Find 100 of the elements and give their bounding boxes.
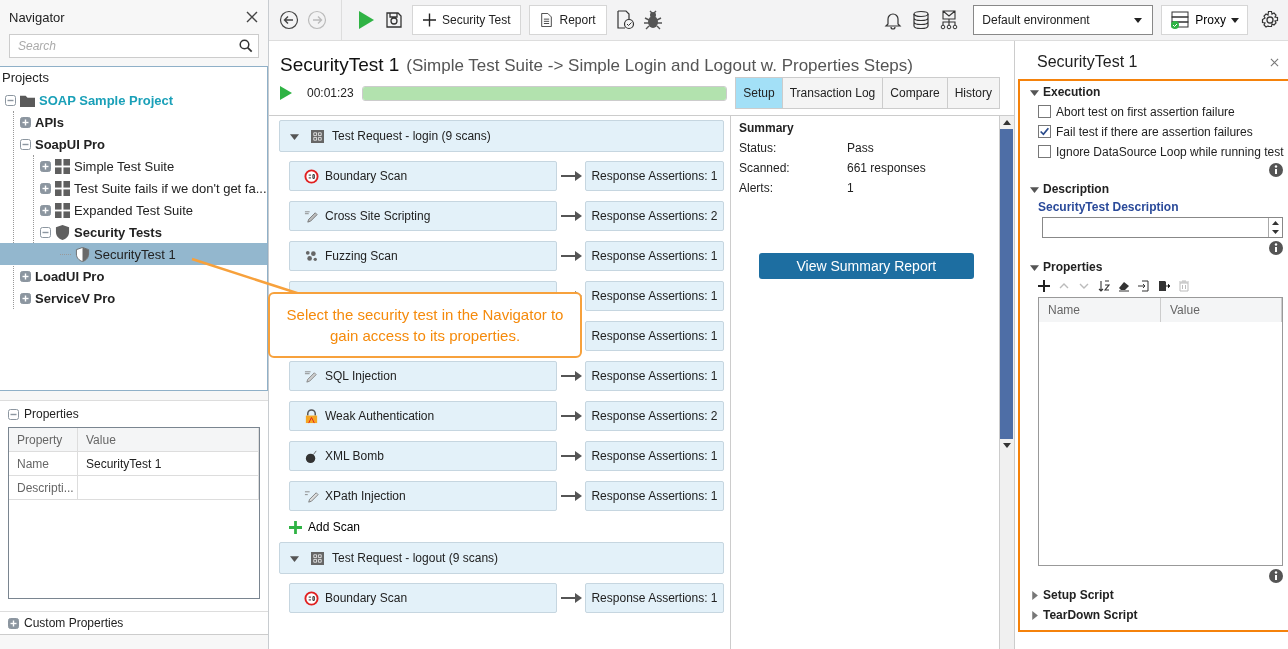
tab[interactable]: History — [947, 78, 999, 108]
checkbox[interactable] — [1038, 105, 1051, 118]
assertions-item[interactable]: Response Assertions: 1 — [585, 241, 724, 271]
export-icon[interactable] — [1158, 280, 1170, 292]
checkbox[interactable] — [1038, 125, 1051, 138]
scan-item[interactable]: Weak Authentication — [289, 401, 557, 431]
view-summary-report-button[interactable]: View Summary Report — [759, 253, 974, 279]
bell-icon[interactable] — [883, 10, 904, 30]
scan-item[interactable]: Boundary Scan — [289, 161, 557, 191]
report-button[interactable]: Report — [529, 5, 607, 35]
assertions-item[interactable]: Response Assertions: 1 — [585, 481, 724, 511]
collapse-icon[interactable] — [1030, 87, 1039, 97]
tree-item[interactable]: Test Suite fails if we don't get fa... — [40, 177, 267, 199]
save-icon[interactable] — [384, 10, 404, 30]
settings-icon[interactable] — [1260, 10, 1280, 30]
expand-icon[interactable] — [40, 182, 51, 194]
tree-item[interactable]: LoadUI Pro — [20, 265, 267, 287]
scrollbar[interactable] — [998, 116, 1014, 649]
tree-item[interactable]: Simple Test Suite — [40, 155, 267, 177]
summary-value: 661 responses — [847, 161, 927, 175]
plus-icon[interactable] — [1038, 280, 1050, 292]
assertions-item[interactable]: Response Assertions: 1 — [585, 321, 724, 351]
import-icon[interactable] — [1138, 280, 1150, 292]
collapse-icon[interactable] — [290, 553, 299, 563]
search-icon[interactable] — [239, 39, 253, 53]
description-field[interactable] — [1042, 217, 1284, 238]
pencil-icon — [304, 368, 319, 384]
expand-icon[interactable] — [1030, 590, 1039, 600]
tree-item[interactable]: SoapUI Pro — [20, 133, 267, 155]
tree-item[interactable]: Expanded Test Suite — [40, 199, 267, 221]
collapse-icon[interactable] — [290, 131, 299, 141]
scan-item[interactable]: XPath Injection — [289, 481, 557, 511]
expand-icon[interactable] — [20, 270, 31, 282]
info-icon[interactable] — [1269, 569, 1284, 583]
speed-limit-icon — [304, 168, 319, 184]
info-icon[interactable] — [1269, 241, 1284, 255]
tree-item[interactable]: SecurityTest 1 — [0, 243, 267, 265]
section-title[interactable]: Execution — [1043, 85, 1101, 99]
run-icon[interactable] — [280, 86, 292, 100]
speed-limit-icon — [304, 590, 319, 606]
checkbox-label[interactable]: Fail test if there are assertion failures — [1056, 124, 1253, 139]
scan-item[interactable]: Fuzzing Scan — [289, 241, 557, 271]
scroll-up-icon[interactable] — [1002, 120, 1011, 125]
test-title: SecurityTest 1 — [280, 54, 400, 76]
test-request-header[interactable]: Test Request - logout (9 scans) — [279, 542, 724, 574]
scroll-down-icon[interactable] — [1002, 443, 1011, 448]
checkbox[interactable] — [1038, 145, 1051, 158]
expand-icon[interactable] — [40, 204, 51, 216]
checkbox-label[interactable]: Abort test on first assertion failure — [1056, 104, 1235, 119]
expand-icon[interactable] — [20, 116, 31, 128]
section-title[interactable]: Setup Script — [1043, 588, 1114, 602]
panel-title: SecurityTest 1 — [1037, 53, 1138, 71]
expand-icon[interactable] — [8, 617, 19, 629]
assertions-item[interactable]: Response Assertions: 2 — [585, 401, 724, 431]
expand-icon[interactable] — [40, 160, 51, 172]
assertions-item[interactable]: Response Assertions: 1 — [585, 361, 724, 391]
search-field[interactable]: Search — [9, 34, 259, 58]
tree-item[interactable]: APIs — [20, 111, 267, 133]
add-security-test-button[interactable]: Security Test — [412, 5, 522, 35]
expand-icon[interactable] — [20, 292, 31, 304]
add-scan-button[interactable]: Add Scan — [279, 520, 361, 534]
collapse-icon[interactable] — [1030, 262, 1039, 272]
scan-item[interactable]: SQL Injection — [289, 361, 557, 391]
bug-icon[interactable] — [642, 10, 663, 30]
spin-up-icon[interactable] — [1272, 220, 1280, 225]
checkbox-label[interactable]: Ignore DataSource Loop while running test — [1056, 144, 1284, 159]
close-icon[interactable] — [246, 11, 258, 23]
scan-item[interactable]: Boundary Scan — [289, 583, 557, 613]
tab[interactable]: Transaction Log — [782, 78, 884, 108]
assertions-item[interactable]: Response Assertions: 1 — [585, 161, 724, 191]
assertions-item[interactable]: Response Assertions: 1 — [585, 583, 724, 613]
environment-dropdown[interactable]: Default environment — [973, 5, 1154, 35]
section-title[interactable]: Properties — [1043, 260, 1103, 274]
section-title[interactable]: TearDown Script — [1043, 608, 1138, 622]
sort-icon[interactable] — [1098, 280, 1110, 292]
expand-icon[interactable] — [1030, 610, 1039, 620]
caret-icon — [1231, 17, 1239, 23]
database-icon[interactable] — [911, 10, 932, 30]
assertions-item[interactable]: Response Assertions: 1 — [585, 281, 724, 311]
tree-item[interactable]: Security Tests — [40, 221, 267, 243]
collapse-icon[interactable] — [1030, 184, 1039, 194]
scan-item[interactable]: XML Bomb — [289, 441, 557, 471]
close-icon[interactable] — [1270, 57, 1280, 67]
document-check-icon[interactable] — [614, 10, 635, 30]
scroll-thumb[interactable] — [1000, 129, 1014, 439]
tree-item[interactable]: ServiceV Pro — [20, 287, 267, 309]
network-icon[interactable] — [939, 10, 960, 30]
assertions-item[interactable]: Response Assertions: 2 — [585, 201, 724, 231]
section-title[interactable]: Description — [1043, 182, 1109, 196]
spin-down-icon[interactable] — [1272, 230, 1280, 235]
scan-item[interactable]: Cross Site Scripting — [289, 201, 557, 231]
tab[interactable]: Compare — [883, 78, 948, 108]
tab[interactable]: Setup — [736, 78, 783, 108]
eraser-icon[interactable] — [1118, 280, 1130, 292]
arrow-icon — [561, 371, 583, 381]
assertions-item[interactable]: Response Assertions: 1 — [585, 441, 724, 471]
proxy-button[interactable]: Proxy — [1161, 5, 1248, 35]
info-icon[interactable] — [1269, 163, 1284, 177]
bomb-icon — [304, 448, 319, 464]
test-request-header[interactable]: Test Request - login (9 scans) — [279, 120, 724, 152]
